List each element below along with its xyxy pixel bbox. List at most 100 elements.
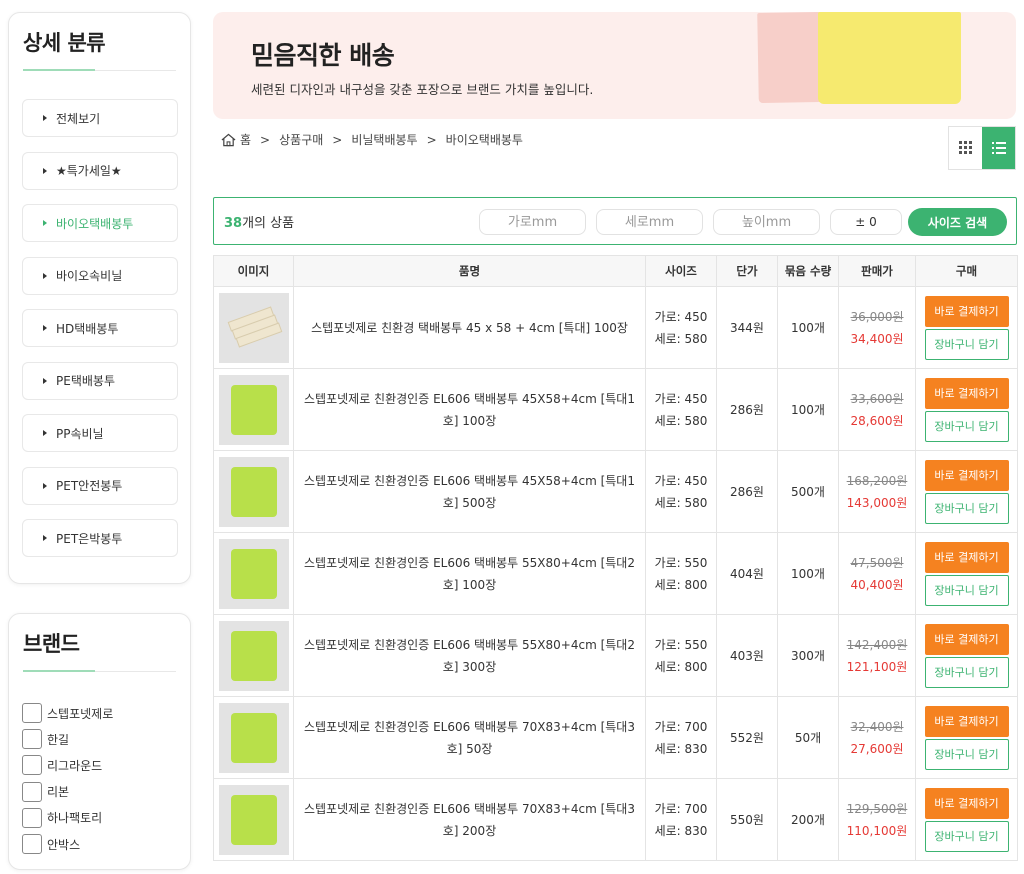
sidebar-category-item[interactable]: HD택배봉투 xyxy=(22,309,178,347)
product-name[interactable]: 스텝포넷제로 친환경인증 EL606 택배봉투 45X58+4cm [특대1호]… xyxy=(294,470,645,514)
breadcrumb-home[interactable]: 홈 xyxy=(240,131,251,148)
buy-now-button[interactable]: 바로 결제하기 xyxy=(924,541,1009,573)
unit-price: 403원 xyxy=(716,614,778,697)
add-to-cart-button[interactable]: 장바구니 담기 xyxy=(924,410,1009,442)
product-name[interactable]: 스텝포넷제로 친환경인증 EL606 택배봉투 70X83+4cm [특대3호]… xyxy=(294,716,645,760)
buy-now-button[interactable]: 바로 결제하기 xyxy=(924,787,1009,819)
sidebar-category-label: HD택배봉투 xyxy=(56,321,119,336)
size-width: 가로: 700 xyxy=(654,801,708,816)
breadcrumb-item-bio[interactable]: 바이오택배봉투 xyxy=(446,131,523,148)
product-thumbnail[interactable] xyxy=(218,620,289,691)
green-bag-image xyxy=(230,384,277,435)
product-thumbnail[interactable] xyxy=(218,292,289,363)
product-table: 이미지 품명 사이즈 단가 묶음 수량 판매가 구매 스텝포넷제로 친환경 택배… xyxy=(213,255,1018,861)
brand-filter-item[interactable]: 스텝포넷제로 xyxy=(22,703,113,723)
sidebar-category-label: 바이오속비닐 xyxy=(56,269,123,283)
product-name[interactable]: 스텝포넷제로 친환경인증 EL606 택배봉투 55X80+4cm [특대2호]… xyxy=(294,552,645,596)
product-thumbnail[interactable] xyxy=(218,784,289,855)
brand-filter-item[interactable]: 한길 xyxy=(22,729,69,750)
sidebar-category-item[interactable]: 바이오속비닐 xyxy=(22,256,178,295)
add-to-cart-button[interactable]: 장바구니 담기 xyxy=(924,738,1009,770)
buy-now-button[interactable]: 바로 결제하기 xyxy=(924,377,1009,409)
size-height: 세로: 580 xyxy=(654,331,708,346)
table-row: 스텝포넷제로 친환경인증 EL606 택배봉투 70X83+4cm [특대3호]… xyxy=(213,696,1018,779)
product-thumbnail[interactable] xyxy=(218,456,289,527)
table-row: 스텝포넷제로 친환경 택배봉투 45 x 58 + 4cm [특대] 100장 가… xyxy=(213,286,1018,369)
buy-now-button[interactable]: 바로 결제하기 xyxy=(924,459,1009,491)
product-name[interactable]: 스텝포넷제로 친환경인증 EL606 택배봉투 45X58+4cm [특대1호]… xyxy=(294,388,645,432)
product-name-cell: 스텝포넷제로 친환경인증 EL606 택배봉투 70X83+4cm [특대3호]… xyxy=(293,696,646,779)
unit-price: 404원 xyxy=(716,532,778,615)
breadcrumb-separator: > xyxy=(332,132,343,147)
product-name[interactable]: 스텝포넷제로 친환경인증 EL606 택배봉투 55X80+4cm [특대2호]… xyxy=(294,634,645,678)
sidebar-category-item[interactable]: PP속비닐 xyxy=(22,414,178,452)
buy-now-button[interactable]: 바로 결제하기 xyxy=(924,705,1009,737)
sidebar-category-item[interactable]: PET안전봉투 xyxy=(22,466,178,505)
size-height: 세로: 830 xyxy=(654,823,708,838)
size-width: 가로: 450 xyxy=(654,309,708,324)
unit-price: 286원 xyxy=(716,368,778,451)
table-row: 스텝포넷제로 친환경인증 EL606 택배봉투 55X80+4cm [특대2호]… xyxy=(213,532,1018,615)
list-view-button[interactable] xyxy=(982,127,1015,169)
brand-checkbox[interactable] xyxy=(22,755,42,776)
add-to-cart-button[interactable]: 장바구니 담기 xyxy=(924,492,1009,524)
product-thumbnail[interactable] xyxy=(218,374,289,445)
depth-input[interactable] xyxy=(596,209,703,235)
breadcrumb-item-purchase[interactable]: 상품구매 xyxy=(279,131,323,148)
product-thumbnail[interactable] xyxy=(218,538,289,609)
sale-price: 143,000원 xyxy=(846,495,908,510)
width-input[interactable] xyxy=(479,209,586,235)
bundle-qty: 100개 xyxy=(777,286,839,369)
purchase-cell: 바로 결제하기 장바구니 담기 xyxy=(915,614,1018,697)
sale-price: 27,600원 xyxy=(850,741,904,756)
product-name[interactable]: 스텝포넷제로 친환경인증 EL606 택배봉투 70X83+4cm [특대3호]… xyxy=(294,798,645,842)
brand-checkbox[interactable] xyxy=(22,729,42,750)
header-unit-price: 단가 xyxy=(716,255,778,287)
height-input[interactable] xyxy=(713,209,820,235)
brand-title: 브랜드 xyxy=(23,632,80,656)
price-cell: 33,600원 28,600원 xyxy=(838,368,916,451)
table-row: 스텝포넷제로 친환경인증 EL606 택배봉투 70X83+4cm [특대3호]… xyxy=(213,778,1018,861)
size-width: 가로: 700 xyxy=(654,719,708,734)
sidebar-category-item[interactable]: PET은박봉투 xyxy=(22,519,178,557)
product-name-cell: 스텝포넷제로 친환경인증 EL606 택배봉투 70X83+4cm [특대3호]… xyxy=(293,778,646,861)
sidebar-category-item[interactable]: PE택배봉투 xyxy=(22,361,178,400)
sale-price: 28,600원 xyxy=(850,413,904,428)
banner-subtitle: 세련된 디자인과 내구성을 갖춘 포장으로 브랜드 가치를 높입니다. xyxy=(251,82,594,97)
product-name[interactable]: 스텝포넷제로 친환경 택배봉투 45 x 58 + 4cm [특대] 100장 xyxy=(294,317,645,339)
buy-now-button[interactable]: 바로 결제하기 xyxy=(924,295,1009,327)
brand-filter-item[interactable]: 리그라운드 xyxy=(22,755,102,776)
add-to-cart-button[interactable]: 장바구니 담기 xyxy=(924,820,1009,852)
size-search-button[interactable]: 사이즈 검색 xyxy=(908,208,1007,236)
sidebar-category-label: PP속비닐 xyxy=(56,426,104,441)
breadcrumb-item-vinyl[interactable]: 비닐택배봉투 xyxy=(351,131,417,148)
home-icon[interactable] xyxy=(221,133,236,147)
brand-checkbox[interactable] xyxy=(22,781,42,802)
table-row: 스텝포넷제로 친환경인증 EL606 택배봉투 45X58+4cm [특대1호]… xyxy=(213,368,1018,451)
brand-checkbox[interactable] xyxy=(22,834,42,854)
sidebar-category-item[interactable]: 전체보기 xyxy=(22,99,178,137)
grid-view-button[interactable] xyxy=(949,127,982,169)
sidebar-category-item[interactable]: ★특가세일★ xyxy=(22,151,178,190)
brand-filter-item[interactable]: 안박스 xyxy=(22,834,80,854)
original-price: 36,000원 xyxy=(850,309,904,324)
size-width: 가로: 450 xyxy=(654,473,708,488)
size-height: 세로: 580 xyxy=(654,495,708,510)
brand-label: 하나팩토리 xyxy=(47,811,103,826)
add-to-cart-button[interactable]: 장바구니 담기 xyxy=(924,328,1009,360)
brand-filter-item[interactable]: 리본 xyxy=(22,781,69,802)
add-to-cart-button[interactable]: 장바구니 담기 xyxy=(924,574,1009,606)
brand-checkbox[interactable] xyxy=(22,807,42,828)
product-size-cell: 가로: 450 세로: 580 xyxy=(645,368,717,451)
brand-filter-item[interactable]: 하나팩토리 xyxy=(22,807,103,828)
product-thumbnail[interactable] xyxy=(218,702,289,773)
purchase-cell: 바로 결제하기 장바구니 담기 xyxy=(915,532,1018,615)
brand-checkbox[interactable] xyxy=(22,703,42,723)
buy-now-button[interactable]: 바로 결제하기 xyxy=(924,623,1009,655)
product-image-cell xyxy=(213,368,294,451)
purchase-cell: 바로 결제하기 장바구니 담기 xyxy=(915,696,1018,779)
sidebar-category-item[interactable]: 바이오택배봉투 xyxy=(22,204,178,242)
price-cell: 168,200원 143,000원 xyxy=(838,450,916,533)
add-to-cart-button[interactable]: 장바구니 담기 xyxy=(924,656,1009,688)
tolerance-field[interactable]: ± 0 xyxy=(830,209,902,235)
